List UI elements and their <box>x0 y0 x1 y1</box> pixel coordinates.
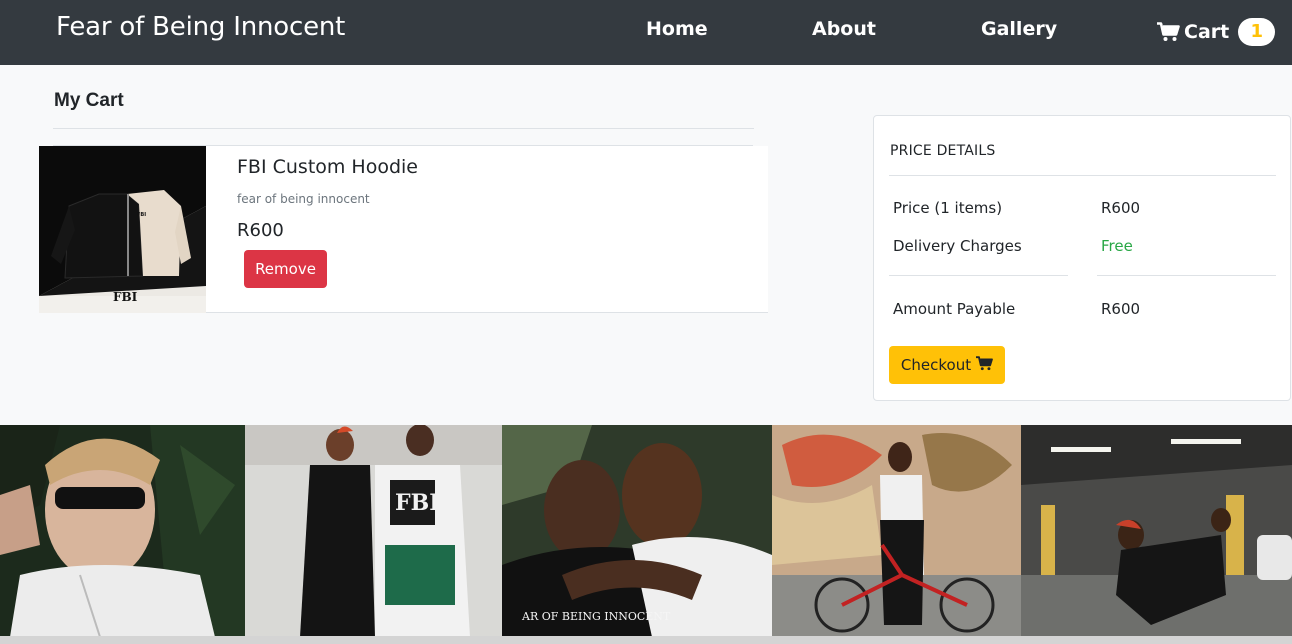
remove-button[interactable]: Remove <box>244 250 327 288</box>
product-description: fear of being innocent <box>237 192 370 206</box>
checkout-button[interactable]: Checkout <box>889 346 1005 384</box>
delivery-charges-label: Delivery Charges <box>893 237 1022 255</box>
price-value: R600 <box>1101 199 1141 217</box>
cart-label: Cart <box>1184 21 1230 43</box>
price-details-card: PRICE DETAILS Price (1 items) R600 Deliv… <box>873 115 1291 401</box>
nav-about[interactable]: About <box>812 18 876 40</box>
gallery-strip: FBI AR OF BEING INNOCENT <box>0 425 1292 644</box>
horizontal-scrollbar[interactable] <box>0 636 1292 644</box>
my-cart-heading: My Cart <box>54 90 124 111</box>
cart-count-badge: 1 <box>1238 18 1276 46</box>
price-details-title: PRICE DETAILS <box>890 143 996 159</box>
gallery-photo-woman-bicycle-graffiti[interactable] <box>772 425 1021 637</box>
amount-payable-label: Amount Payable <box>893 300 1016 318</box>
price-label: Price (1 items) <box>893 199 1003 217</box>
nav-home[interactable]: Home <box>646 18 708 40</box>
divider <box>53 128 754 129</box>
product-price: R600 <box>237 220 284 241</box>
svg-text:FBI: FBI <box>137 212 146 218</box>
product-name[interactable]: FBI Custom Hoodie <box>237 156 418 178</box>
shopping-cart-icon <box>1157 22 1180 42</box>
gallery-photo-parking-garage[interactable] <box>1021 425 1292 637</box>
brand-logo[interactable]: Fear of Being Innocent <box>56 12 345 42</box>
nav-cart[interactable]: Cart 1 <box>1157 18 1276 46</box>
checkout-label: Checkout <box>900 356 972 374</box>
divider <box>1097 275 1276 276</box>
delivery-charges-value: Free <box>1101 237 1133 255</box>
svg-text:FBI: FBI <box>395 490 440 516</box>
divider <box>889 175 1276 176</box>
amount-payable-value: R600 <box>1101 300 1141 318</box>
product-image: FBI FBI <box>39 146 206 313</box>
cart-item: FBI FBI FBI Custom Hoodie fear of being … <box>39 146 768 313</box>
product-image-logo: FBI <box>113 290 138 304</box>
gallery-photo-two-women-hug[interactable]: AR OF BEING INNOCENT <box>502 425 772 637</box>
shopping-cart-icon <box>976 355 993 375</box>
gallery-overlay-text: AR OF BEING INNOCENT <box>521 610 671 623</box>
gallery-photo-sunglasses-man[interactable] <box>0 425 245 637</box>
navbar: Fear of Being Innocent Home About Galler… <box>0 0 1292 65</box>
gallery-photo-couple-skatepark[interactable]: FBI <box>245 425 502 637</box>
divider <box>889 275 1068 276</box>
nav-gallery[interactable]: Gallery <box>981 18 1057 40</box>
